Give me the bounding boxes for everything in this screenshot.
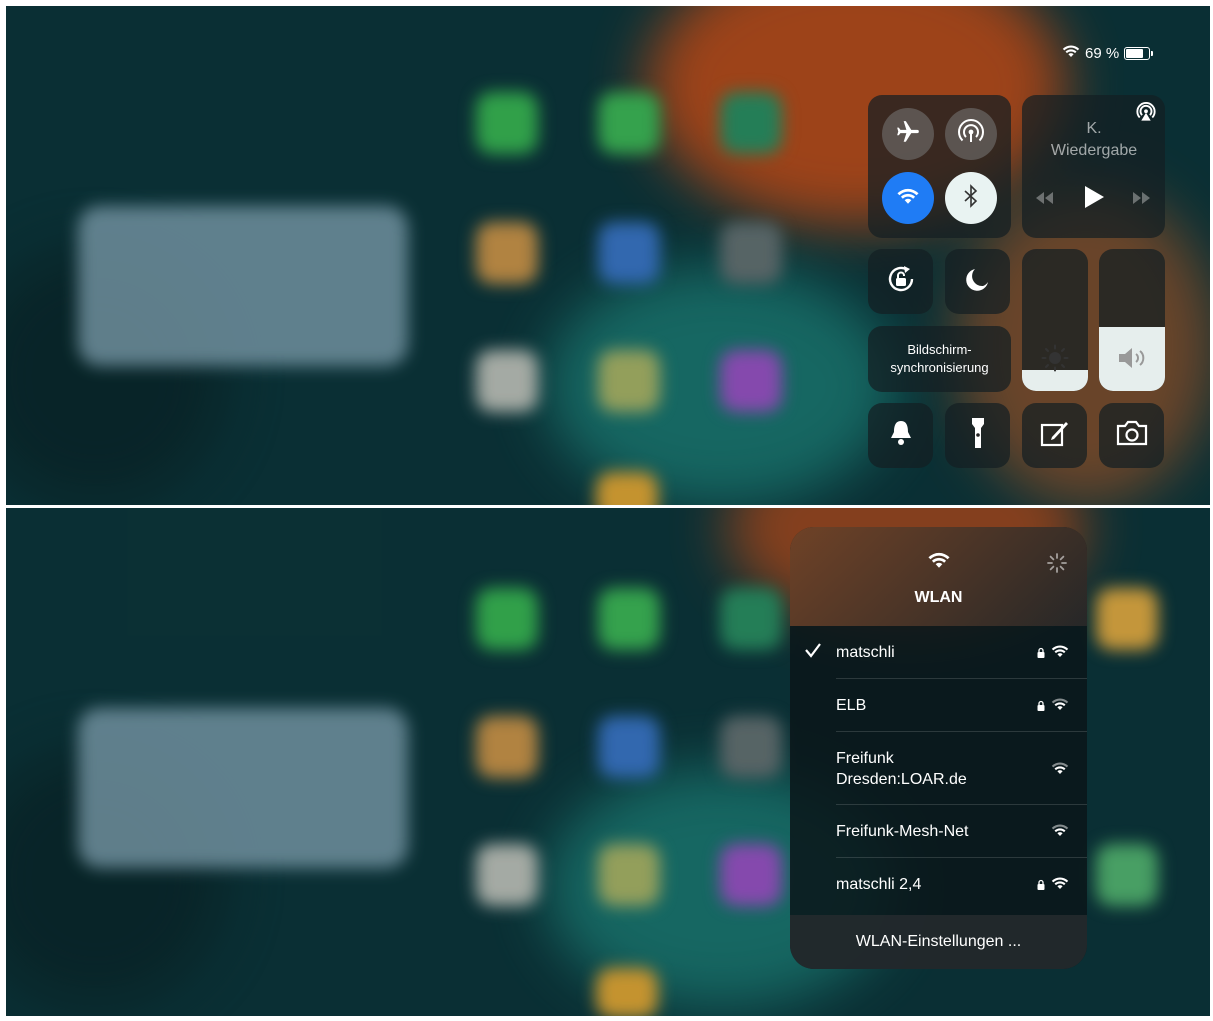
screen-mirroring-label-1: Bildschirm- (907, 342, 972, 357)
wifi-icon (1051, 644, 1069, 663)
lock-icon (1037, 645, 1045, 663)
screen-mirroring-label-2: synchronisierung (890, 360, 989, 375)
lock-icon (1037, 698, 1045, 716)
wlan-settings-button[interactable]: WLAN-Einstellungen ... (790, 915, 1087, 969)
wlan-network-row[interactable]: ELB (790, 679, 1087, 732)
wifi-icon (927, 551, 951, 574)
bluetooth-button[interactable] (945, 172, 997, 224)
do-not-disturb-button[interactable] (945, 249, 1010, 314)
loading-spinner-icon (1047, 553, 1067, 578)
airplane-icon (895, 119, 921, 150)
wifi-icon (1051, 823, 1069, 842)
wlan-signal (1051, 823, 1069, 842)
wlan-network-name: matschli (836, 644, 895, 661)
lock-icon (1037, 877, 1045, 895)
wlan-signal (1037, 876, 1069, 895)
wlan-title: WLAN (914, 589, 963, 606)
wlan-network-row[interactable]: Freifunk Dresden:LOAR.de (790, 732, 1087, 805)
wifi-icon (1051, 761, 1069, 780)
wlan-network-name-line2: Dresden:LOAR.de (836, 771, 967, 788)
moon-icon (965, 266, 991, 297)
wlan-signal (1037, 644, 1069, 663)
wlan-header (790, 527, 1087, 626)
rewind-icon[interactable] (1033, 190, 1055, 211)
brightness-slider[interactable] (1022, 249, 1088, 391)
wifi-icon (1051, 697, 1069, 716)
airdrop-icon (957, 118, 985, 151)
wifi-icon (896, 187, 920, 210)
wifi-icon (1051, 876, 1069, 895)
wlan-settings-label: WLAN-Einstellungen ... (855, 933, 1022, 950)
wlan-network-row[interactable]: matschli (790, 626, 1087, 679)
wlan-panel: WLAN matschli ELB Freifunk Dresden:LOAR.… (790, 527, 1087, 969)
rotation-lock-icon (885, 263, 917, 300)
flashlight-icon (971, 417, 985, 454)
wifi-icon (1062, 44, 1080, 62)
bluetooth-icon (962, 183, 980, 213)
bell-button[interactable] (868, 403, 933, 468)
screen-mirroring-button[interactable]: Bildschirm- synchronisierung (868, 326, 1011, 392)
wlan-signal (1037, 697, 1069, 716)
speaker-icon (1116, 346, 1148, 375)
camera-button[interactable] (1099, 403, 1164, 468)
battery-fill (1126, 48, 1143, 58)
airdrop-button[interactable] (945, 108, 997, 160)
wifi-toggle-button[interactable] (882, 172, 934, 224)
bell-icon (889, 419, 913, 452)
wlan-network-name: Freifunk-Mesh-Net (836, 823, 969, 840)
orientation-lock-button[interactable] (868, 249, 933, 314)
flashlight-button[interactable] (945, 403, 1010, 468)
wlan-network-row[interactable]: matschli 2,4 (790, 858, 1087, 911)
wlan-network-name: Freifunk Dresden:LOAR.de (836, 748, 967, 790)
fast-forward-icon[interactable] (1131, 190, 1153, 211)
battery-percent: 69 % (1085, 44, 1120, 62)
notes-icon (1040, 419, 1070, 452)
checkmark-icon (804, 642, 822, 663)
airplane-mode-button[interactable] (882, 108, 934, 160)
sun-icon (1041, 344, 1069, 377)
wlan-signal (1051, 761, 1069, 780)
wlan-network-name: ELB (836, 697, 867, 714)
wlan-network-row[interactable]: Freifunk-Mesh-Net (790, 805, 1087, 858)
play-icon[interactable] (1083, 185, 1105, 214)
status-bar: 69 % (1062, 44, 1154, 62)
wlan-network-name: matschli 2,4 (836, 876, 922, 893)
media-title-line2: Wiedergabe (1050, 142, 1138, 159)
volume-slider[interactable] (1099, 249, 1165, 391)
media-title-line1: K. (1086, 120, 1102, 137)
camera-icon (1115, 420, 1149, 451)
media-title: K. Wiedergabe (1022, 118, 1166, 162)
notes-button[interactable] (1022, 403, 1087, 468)
wlan-network-name-line1: Freifunk (836, 750, 894, 767)
battery-icon (1124, 46, 1154, 60)
